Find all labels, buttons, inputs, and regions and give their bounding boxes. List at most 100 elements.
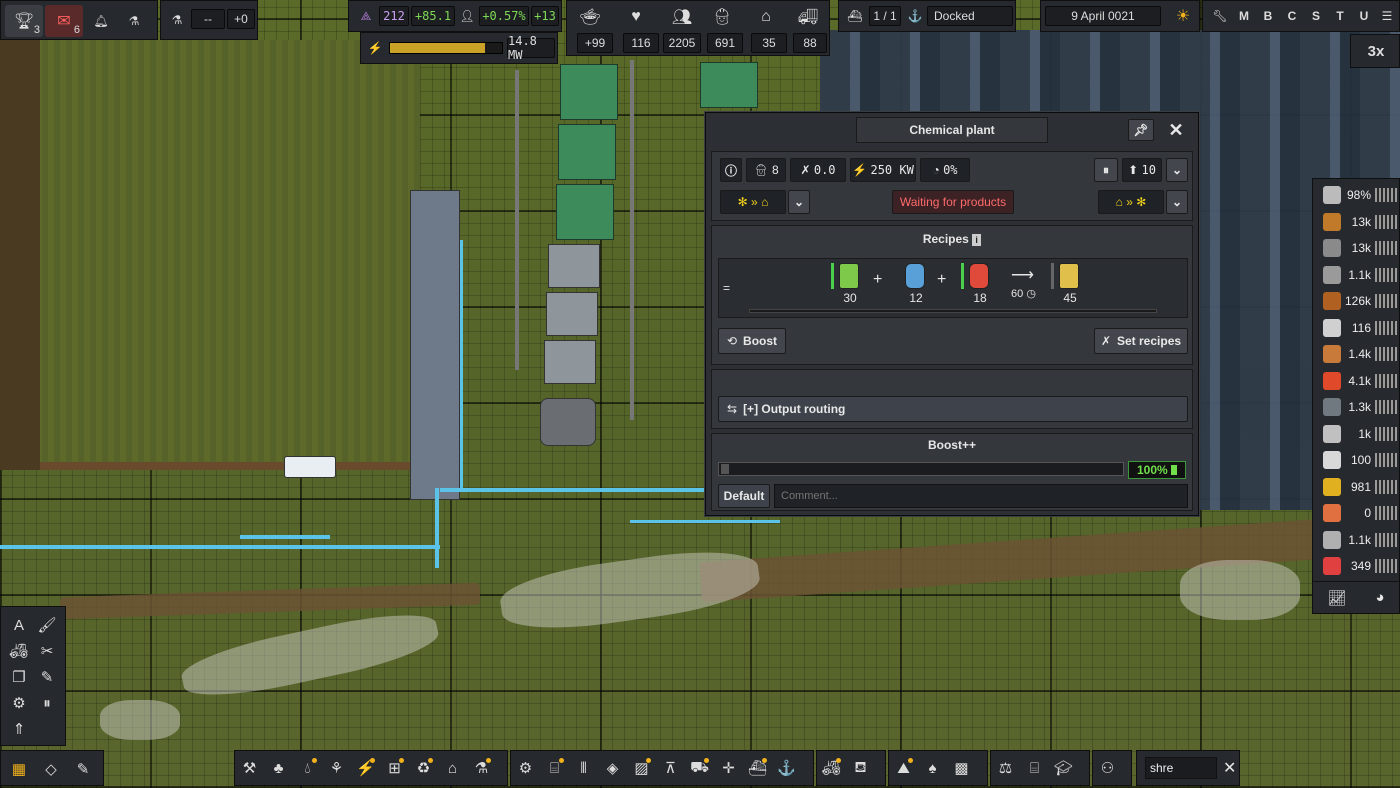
- game-speed[interactable]: 3x: [1351, 35, 1400, 67]
- close-button[interactable]: ✕: [1162, 119, 1190, 141]
- output-logistics-dropdown[interactable]: ⌄: [1166, 190, 1188, 214]
- resource-row[interactable]: 100: [1317, 448, 1399, 472]
- default-button[interactable]: Default: [718, 484, 770, 508]
- office-icon[interactable]: ⌸: [1020, 750, 1049, 786]
- drill-icon[interactable]: ⚒: [235, 750, 264, 786]
- speed-group[interactable]: 3x: [1350, 34, 1400, 68]
- resource-row[interactable]: 981: [1317, 475, 1399, 499]
- crane-icon[interactable]: ⊼: [656, 750, 685, 786]
- hotkey-m[interactable]: M: [1233, 5, 1255, 27]
- hotkey-b[interactable]: B: [1257, 5, 1279, 27]
- resource-row[interactable]: 13k: [1317, 236, 1399, 260]
- power-group[interactable]: ⚡ 14.8 MW: [360, 32, 558, 64]
- resource-row[interactable]: 13k: [1317, 210, 1399, 234]
- storage-icon[interactable]: ⊞: [380, 750, 409, 786]
- family-icon[interactable]: ⚇: [1093, 750, 1122, 786]
- resource-row[interactable]: 1.4k: [1317, 342, 1399, 366]
- resource-row[interactable]: 0: [1317, 501, 1399, 525]
- recipe-row[interactable]: = 30 + 12 + 18 ⟶ 60 ◷ 45: [718, 258, 1188, 318]
- date-group[interactable]: 9 April 0021 ☀: [1040, 0, 1200, 32]
- research-building-icon[interactable]: ⚗: [467, 750, 496, 786]
- pause-building-icon[interactable]: ⏸: [35, 691, 59, 715]
- eyedropper-icon[interactable]: ✎: [35, 665, 59, 689]
- waste-icon[interactable]: ♻: [409, 750, 438, 786]
- info-button[interactable]: ⓘ: [720, 158, 742, 182]
- research-group[interactable]: ⚗ -- +0: [160, 0, 258, 40]
- resource-row[interactable]: 349: [1317, 554, 1399, 578]
- balance-icon[interactable]: ⚖: [991, 750, 1020, 786]
- messages-button[interactable]: ✉ 6: [45, 5, 83, 37]
- paint-brush-icon[interactable]: 🖌︎: [35, 613, 59, 637]
- education-icon[interactable]: 🎓︎: [1049, 750, 1078, 786]
- resource-row[interactable]: 116: [1317, 316, 1399, 340]
- factory-icon[interactable]: ⚙: [511, 750, 540, 786]
- resource-row[interactable]: 1k: [1317, 422, 1399, 446]
- text-tool-icon[interactable]: A: [7, 613, 31, 637]
- hotkey-s[interactable]: S: [1305, 5, 1327, 27]
- grid-icon[interactable]: ▦: [7, 757, 31, 781]
- copy-icon[interactable]: ❐: [7, 665, 31, 689]
- dock-icon[interactable]: ⚓: [772, 750, 801, 786]
- resource-row[interactable]: 1.3k: [1317, 395, 1399, 419]
- unity-population-group[interactable]: ⟁ 212 +85.1 👤︎ +0.57% +13: [348, 0, 562, 32]
- achievements-button[interactable]: 🏆︎ 3: [5, 5, 43, 37]
- hotkey-c[interactable]: C: [1281, 5, 1303, 27]
- recipe-scrollbar[interactable]: [749, 309, 1157, 313]
- terrain-icon[interactable]: ⛰: [889, 750, 918, 786]
- plant-icon[interactable]: ⚘: [322, 750, 351, 786]
- farm-icon[interactable]: ♣: [264, 750, 293, 786]
- vehicle-icon[interactable]: 🚜︎: [817, 750, 846, 786]
- pin-button[interactable]: 📌︎: [1128, 119, 1154, 141]
- boostpp-slider[interactable]: [718, 462, 1124, 476]
- hotkey-t[interactable]: T: [1329, 5, 1351, 27]
- depot-icon[interactable]: ⛟: [685, 750, 714, 786]
- input-logistics[interactable]: ✻ » ⌂: [720, 190, 786, 214]
- output-logistics[interactable]: ⌂ » ✻: [1098, 190, 1164, 214]
- layers-icon[interactable]: ◇: [39, 757, 63, 781]
- output-routing-button[interactable]: ⇆ [+] Output routing: [718, 396, 1188, 422]
- pie-chart-icon[interactable]: ◕: [1375, 589, 1384, 606]
- resource-row[interactable]: 1.1k: [1317, 528, 1399, 552]
- power-plant-icon[interactable]: ⚡: [351, 750, 380, 786]
- comment-input[interactable]: [774, 484, 1188, 508]
- research-flask-icon: ⚗: [171, 13, 183, 27]
- clear-search-icon[interactable]: ✕: [1223, 758, 1236, 778]
- trees-icon[interactable]: ♠: [918, 750, 947, 786]
- info-icon[interactable]: i: [972, 234, 982, 246]
- train-icon[interactable]: ⛾: [846, 750, 875, 786]
- resource-row[interactable]: 4.1k: [1317, 369, 1399, 393]
- resource-row[interactable]: 1.1k: [1317, 263, 1399, 287]
- ship-group[interactable]: ⛴ 1 / 1 ⚓ Docked: [838, 0, 1016, 32]
- pipes-icon[interactable]: ⦀: [569, 750, 598, 786]
- cross-icon[interactable]: ✛: [714, 750, 743, 786]
- priority-dropdown[interactable]: ⌄: [1166, 158, 1188, 182]
- grid-pattern-icon[interactable]: ▩: [947, 750, 976, 786]
- chart-icon[interactable]: 📈︎: [1327, 589, 1346, 607]
- upgrade-icon[interactable]: ⇑: [7, 717, 31, 741]
- priority-stat[interactable]: ⬆ 10: [1122, 158, 1162, 182]
- cut-selection-icon[interactable]: ✂: [35, 639, 59, 663]
- pause-button[interactable]: ⏸: [1094, 158, 1118, 182]
- input-logistics-dropdown[interactable]: ⌄: [788, 190, 810, 214]
- bell-icon[interactable]: 🔔︎: [87, 5, 115, 37]
- wrench-icon[interactable]: 🔧︎: [1209, 5, 1231, 27]
- stats-group[interactable]: 🍲︎ +99 ♥ 116 👥︎ 2205 👷︎ 691 ⌂ 35 🚚︎ 88: [566, 0, 830, 56]
- menu-icon[interactable]: ☰: [1377, 5, 1397, 27]
- vehicle-tool-icon[interactable]: 🚜︎: [7, 639, 31, 663]
- unit-tool-icon[interactable]: ⚙: [7, 691, 31, 715]
- slider-handle[interactable]: [721, 464, 729, 474]
- smelter-icon[interactable]: ⌸: [540, 750, 569, 786]
- conveyor-icon[interactable]: ▨: [627, 750, 656, 786]
- transport-icon[interactable]: ◈: [598, 750, 627, 786]
- water-icon[interactable]: 💧︎: [293, 750, 322, 786]
- set-recipes-button[interactable]: ✗ Set recipes: [1094, 328, 1188, 354]
- resource-row[interactable]: 126k: [1317, 289, 1399, 313]
- housing-icon[interactable]: ⌂: [438, 750, 467, 786]
- hotkey-u[interactable]: U: [1353, 5, 1375, 27]
- resource-row[interactable]: 98%: [1317, 183, 1399, 207]
- flask-icon[interactable]: ⚗: [119, 5, 149, 37]
- ship-icon[interactable]: ⛴: [743, 750, 772, 786]
- boost-button[interactable]: ⟲ Boost: [718, 328, 786, 354]
- edit-icon[interactable]: ✎: [71, 757, 95, 781]
- search-input[interactable]: [1145, 757, 1217, 779]
